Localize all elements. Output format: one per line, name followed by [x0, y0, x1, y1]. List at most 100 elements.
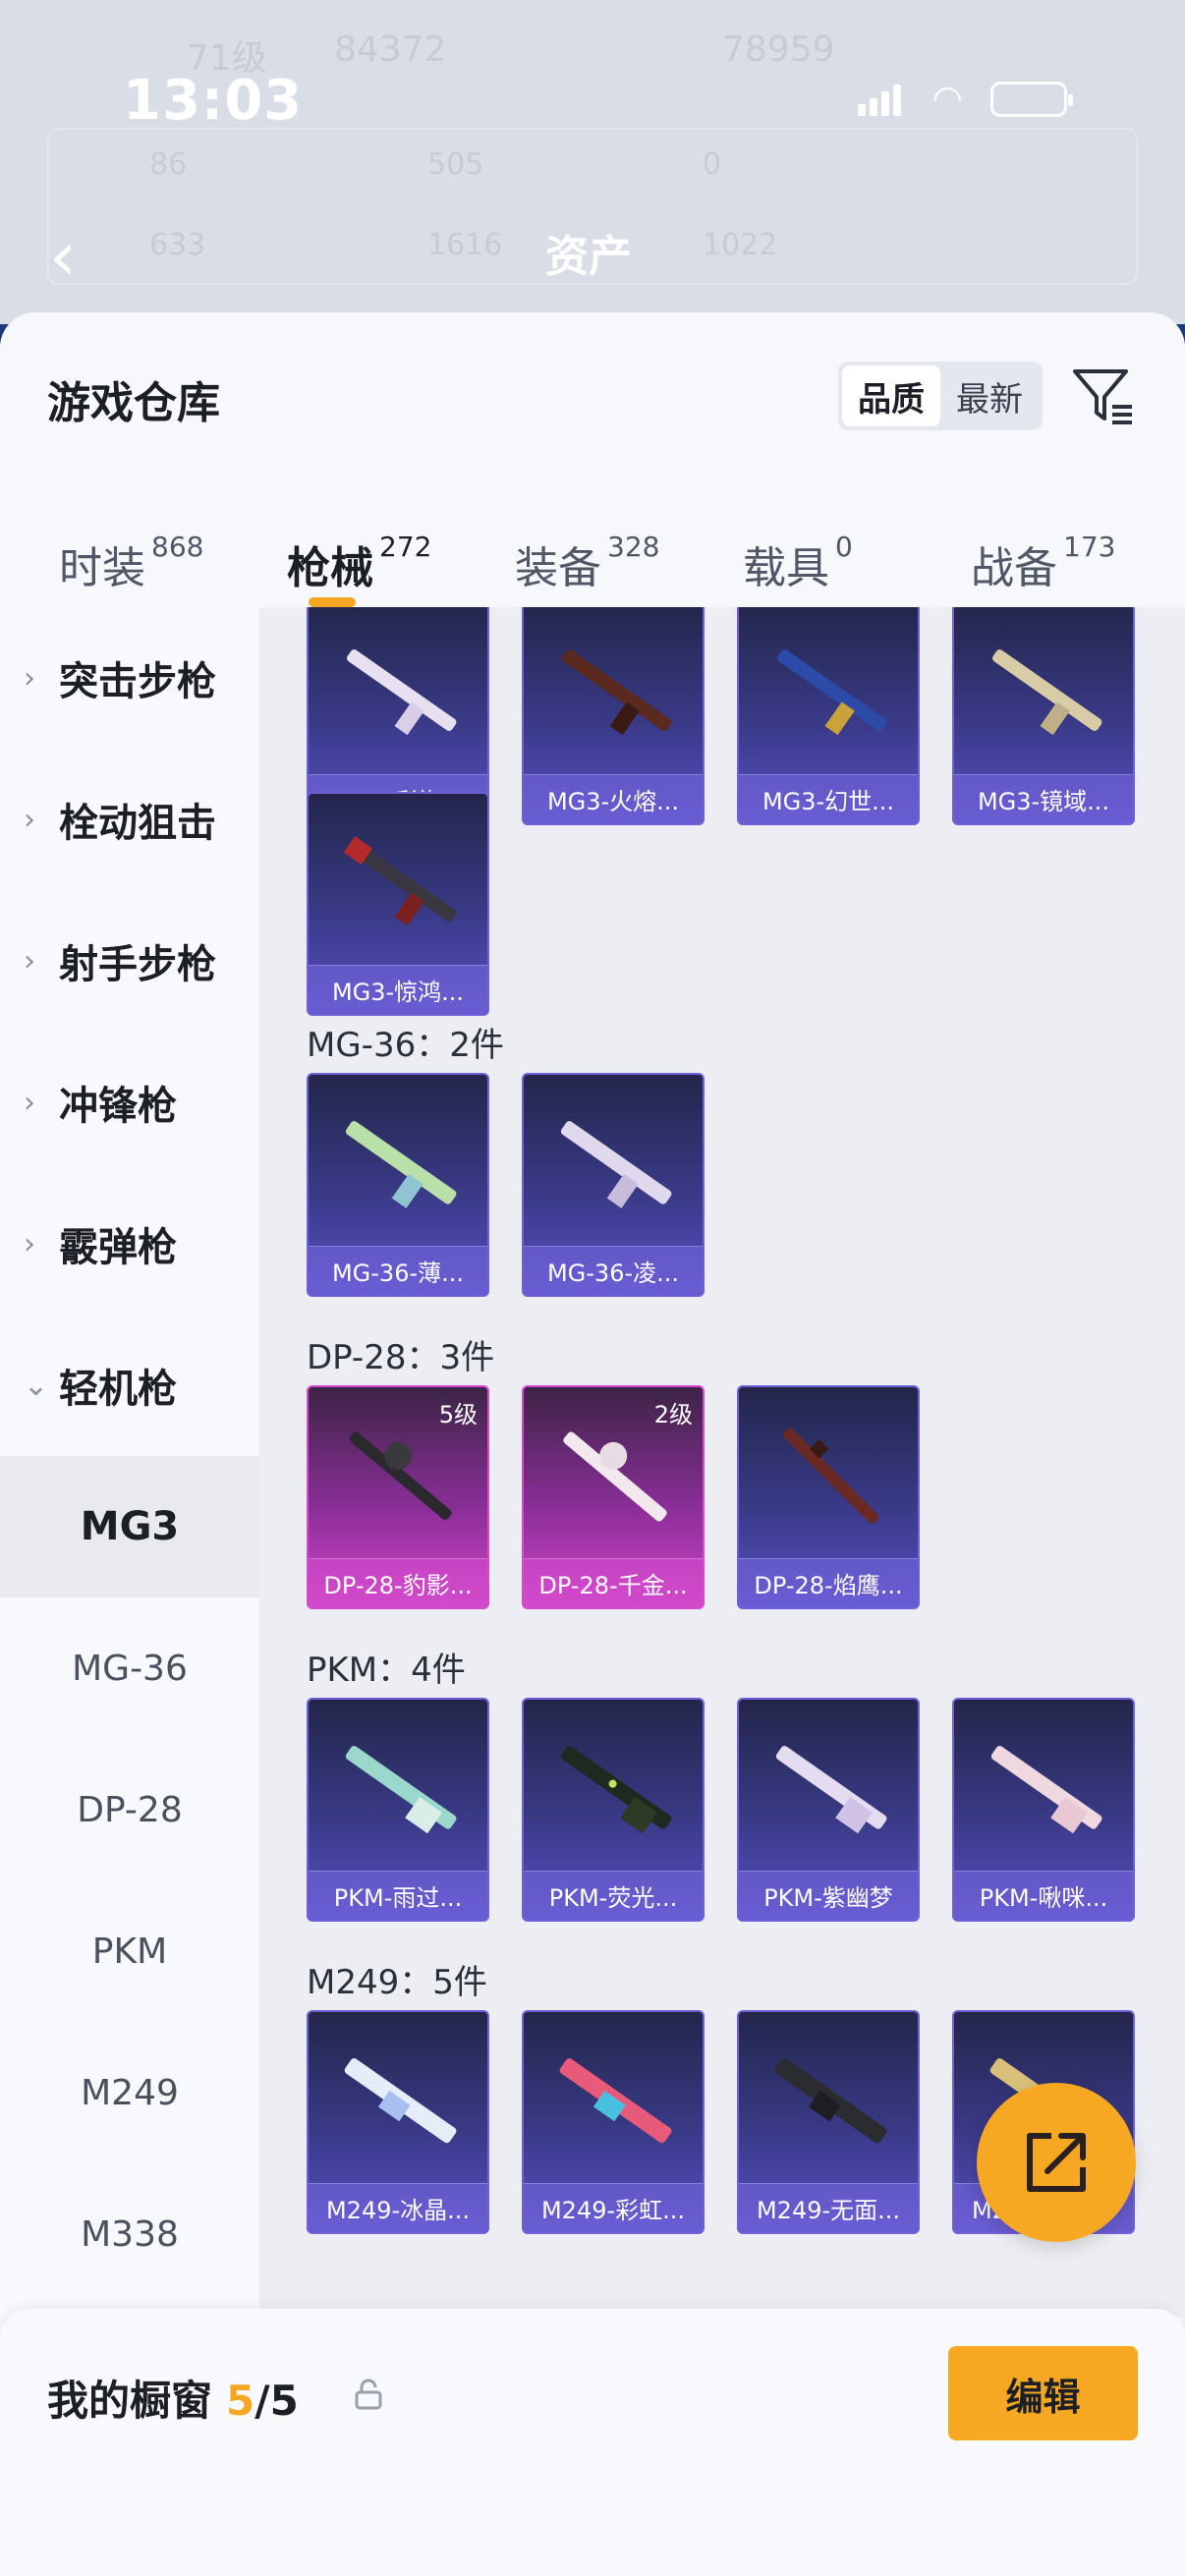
- signal-icon: [857, 83, 905, 116]
- weapon-name: MG3-镜域...: [954, 774, 1133, 823]
- weapon-card[interactable]: 5级 DP-28-豹影...: [307, 1385, 489, 1609]
- sidebar-item-bolt-sniper[interactable]: › 栓动狙击: [0, 749, 259, 890]
- weapon-card[interactable]: PKM-紫幽梦: [737, 1698, 920, 1922]
- share-button[interactable]: [977, 2083, 1136, 2242]
- gun-image: [775, 1746, 887, 1834]
- sidebar-item-lmg[interactable]: ⌄ 轻机枪: [0, 1315, 259, 1456]
- sidebar-item-label: 霰弹枪: [59, 1225, 177, 1270]
- tab-label: 载具: [743, 543, 829, 593]
- weapon-card[interactable]: M249-冰晶...: [307, 2010, 489, 2234]
- share-icon: [1027, 2133, 1086, 2192]
- weapon-card[interactable]: PKM-荧光...: [522, 1698, 705, 1922]
- weapon-card[interactable]: DP-28-焰鹰...: [737, 1385, 920, 1609]
- group-title: PKM：4件: [307, 1651, 466, 1690]
- weapon-card[interactable]: MG3-镜域...: [952, 607, 1135, 825]
- gun-image: [560, 1121, 672, 1208]
- sidebar-sub-mg3[interactable]: MG3: [0, 1456, 259, 1597]
- edit-button[interactable]: 编辑: [948, 2346, 1138, 2440]
- stat: 505: [427, 147, 484, 182]
- chevron-right-icon: ›: [24, 1226, 35, 1261]
- sidebar-sub-mg36[interactable]: MG-36: [0, 1597, 259, 1739]
- gun-image: [992, 649, 1102, 736]
- gun-image: [560, 1746, 672, 1834]
- weapon-name: MG3-火熔...: [524, 774, 703, 823]
- group-title: DP-28：3件: [307, 1338, 495, 1377]
- showcase-bar: 我的橱窗 5 /5 编辑: [0, 2309, 1185, 2576]
- gun-image: [774, 2058, 887, 2144]
- group-title: M249：5件: [307, 1963, 487, 2002]
- sidebar-item-label: 轻机枪: [59, 1367, 177, 1412]
- tab-count: 272: [379, 531, 432, 563]
- filter-icon[interactable]: [1071, 364, 1136, 428]
- weapon-name: M249-无面...: [739, 2183, 918, 2232]
- weapon-card[interactable]: MG-36-薄...: [307, 1073, 489, 1297]
- weapon-card[interactable]: PKM-啾咪...: [952, 1698, 1135, 1922]
- sidebar-item-label: 栓动狙击: [59, 801, 216, 846]
- weapon-card[interactable]: MG3-幻世...: [737, 607, 920, 825]
- weapon-card[interactable]: MG3-火熔...: [522, 607, 705, 825]
- gun-image: [777, 649, 887, 736]
- weapon-name: DP-28-焰鹰...: [739, 1558, 918, 1607]
- sidebar-item-smg[interactable]: › 冲锋枪: [0, 1032, 259, 1173]
- tab-vehicles[interactable]: 载具 0: [743, 499, 853, 607]
- sidebar-item-marksman-rifle[interactable]: › 射手步枪: [0, 890, 259, 1032]
- category-tabs: 时装 868 枪械 272 装备 328 载具 0 战备 173: [0, 499, 1185, 607]
- page-title: 资产: [545, 232, 632, 282]
- weapon-name: MG3-惊鸿...: [309, 965, 487, 1014]
- back-icon[interactable]: ‹: [49, 216, 77, 297]
- showcase-label: 我的橱窗 5 /5: [47, 2368, 299, 2428]
- weapon-card[interactable]: M249-无面...: [737, 2010, 920, 2234]
- sidebar-sub-pkm[interactable]: PKM: [0, 1880, 259, 2022]
- gun-image: [783, 1428, 879, 1524]
- sort-newest[interactable]: 最新: [940, 365, 1039, 426]
- weapon-name: MG3-幻世...: [739, 774, 918, 823]
- stat: 1616: [427, 228, 503, 262]
- weapon-card[interactable]: 2级 DP-28-千金...: [522, 1385, 705, 1609]
- sidebar-item-label: 突击步枪: [59, 659, 216, 704]
- tab-equipment[interactable]: 装备 328: [515, 499, 659, 607]
- sidebar-item-assault-rifle[interactable]: › 突击步枪: [0, 607, 259, 749]
- weapon-name: PKM-紫幽梦: [739, 1871, 918, 1920]
- sidebar-item-label: 射手步枪: [59, 942, 216, 987]
- sidebar-sub-dp28[interactable]: DP-28: [0, 1739, 259, 1880]
- showcase-used: 5: [226, 2377, 255, 2425]
- gun-image: [349, 1431, 452, 1520]
- tab-count: 868: [151, 531, 204, 563]
- weapon-name: MG-36-凌...: [524, 1246, 703, 1295]
- status-time: 13:03: [123, 69, 304, 133]
- group-title: MG-36：2件: [307, 1026, 504, 1065]
- gun-image: [343, 836, 457, 926]
- chevron-right-icon: ›: [24, 943, 35, 979]
- weapon-card[interactable]: MG-36-凌...: [522, 1073, 705, 1297]
- weapon-name: PKM-荧光...: [524, 1871, 703, 1920]
- weapon-grid: MG3-彩旗... MG3-火熔... MG3-幻世... MG3-镜域... …: [259, 607, 1185, 2317]
- tab-fashion[interactable]: 时装 868: [59, 499, 203, 607]
- tab-count: 328: [607, 531, 660, 563]
- weapon-card[interactable]: PKM-雨过...: [307, 1698, 489, 1922]
- sort-quality[interactable]: 品质: [842, 365, 940, 426]
- sheet-header: 游戏仓库 品质 最新 时装 868 枪械 272 装备 328 载具 0 战备 …: [0, 312, 1185, 607]
- active-tab-indicator: [309, 597, 356, 607]
- lock-icon: [355, 2379, 382, 2410]
- tab-gear[interactable]: 战备 173: [971, 499, 1115, 607]
- value-b: 78959: [722, 29, 835, 70]
- showcase-title: 我的橱窗: [47, 2377, 213, 2425]
- tab-count: 173: [1063, 531, 1116, 563]
- gun-image: [345, 1746, 457, 1834]
- tab-label: 装备: [515, 543, 601, 593]
- sidebar-item-label: 冲锋枪: [59, 1084, 177, 1129]
- gun-image: [559, 2058, 672, 2144]
- weapon-card[interactable]: M249-彩虹...: [522, 2010, 705, 2234]
- sidebar-item-shotgun[interactable]: › 霰弹枪: [0, 1173, 259, 1315]
- weapon-category-sidebar: › 突击步枪 › 栓动狙击 › 射手步枪 › 冲锋枪 › 霰弹枪 ⌄ 轻机枪 MG3 MG-…: [0, 607, 259, 2317]
- weapon-name: M249-彩虹...: [524, 2183, 703, 2232]
- chevron-right-icon: ›: [24, 660, 35, 696]
- status-icons: ◠: [857, 79, 1073, 119]
- tab-firearms[interactable]: 枪械 272: [287, 499, 431, 607]
- weapon-card[interactable]: MG3-惊鸿...: [307, 792, 489, 1016]
- sidebar-sub-m338[interactable]: M338: [0, 2163, 259, 2305]
- sidebar-sub-m249[interactable]: M249: [0, 2022, 259, 2163]
- weapon-name: M249-冰晶...: [309, 2183, 487, 2232]
- stat: 633: [149, 228, 206, 262]
- tab-count: 0: [835, 531, 853, 563]
